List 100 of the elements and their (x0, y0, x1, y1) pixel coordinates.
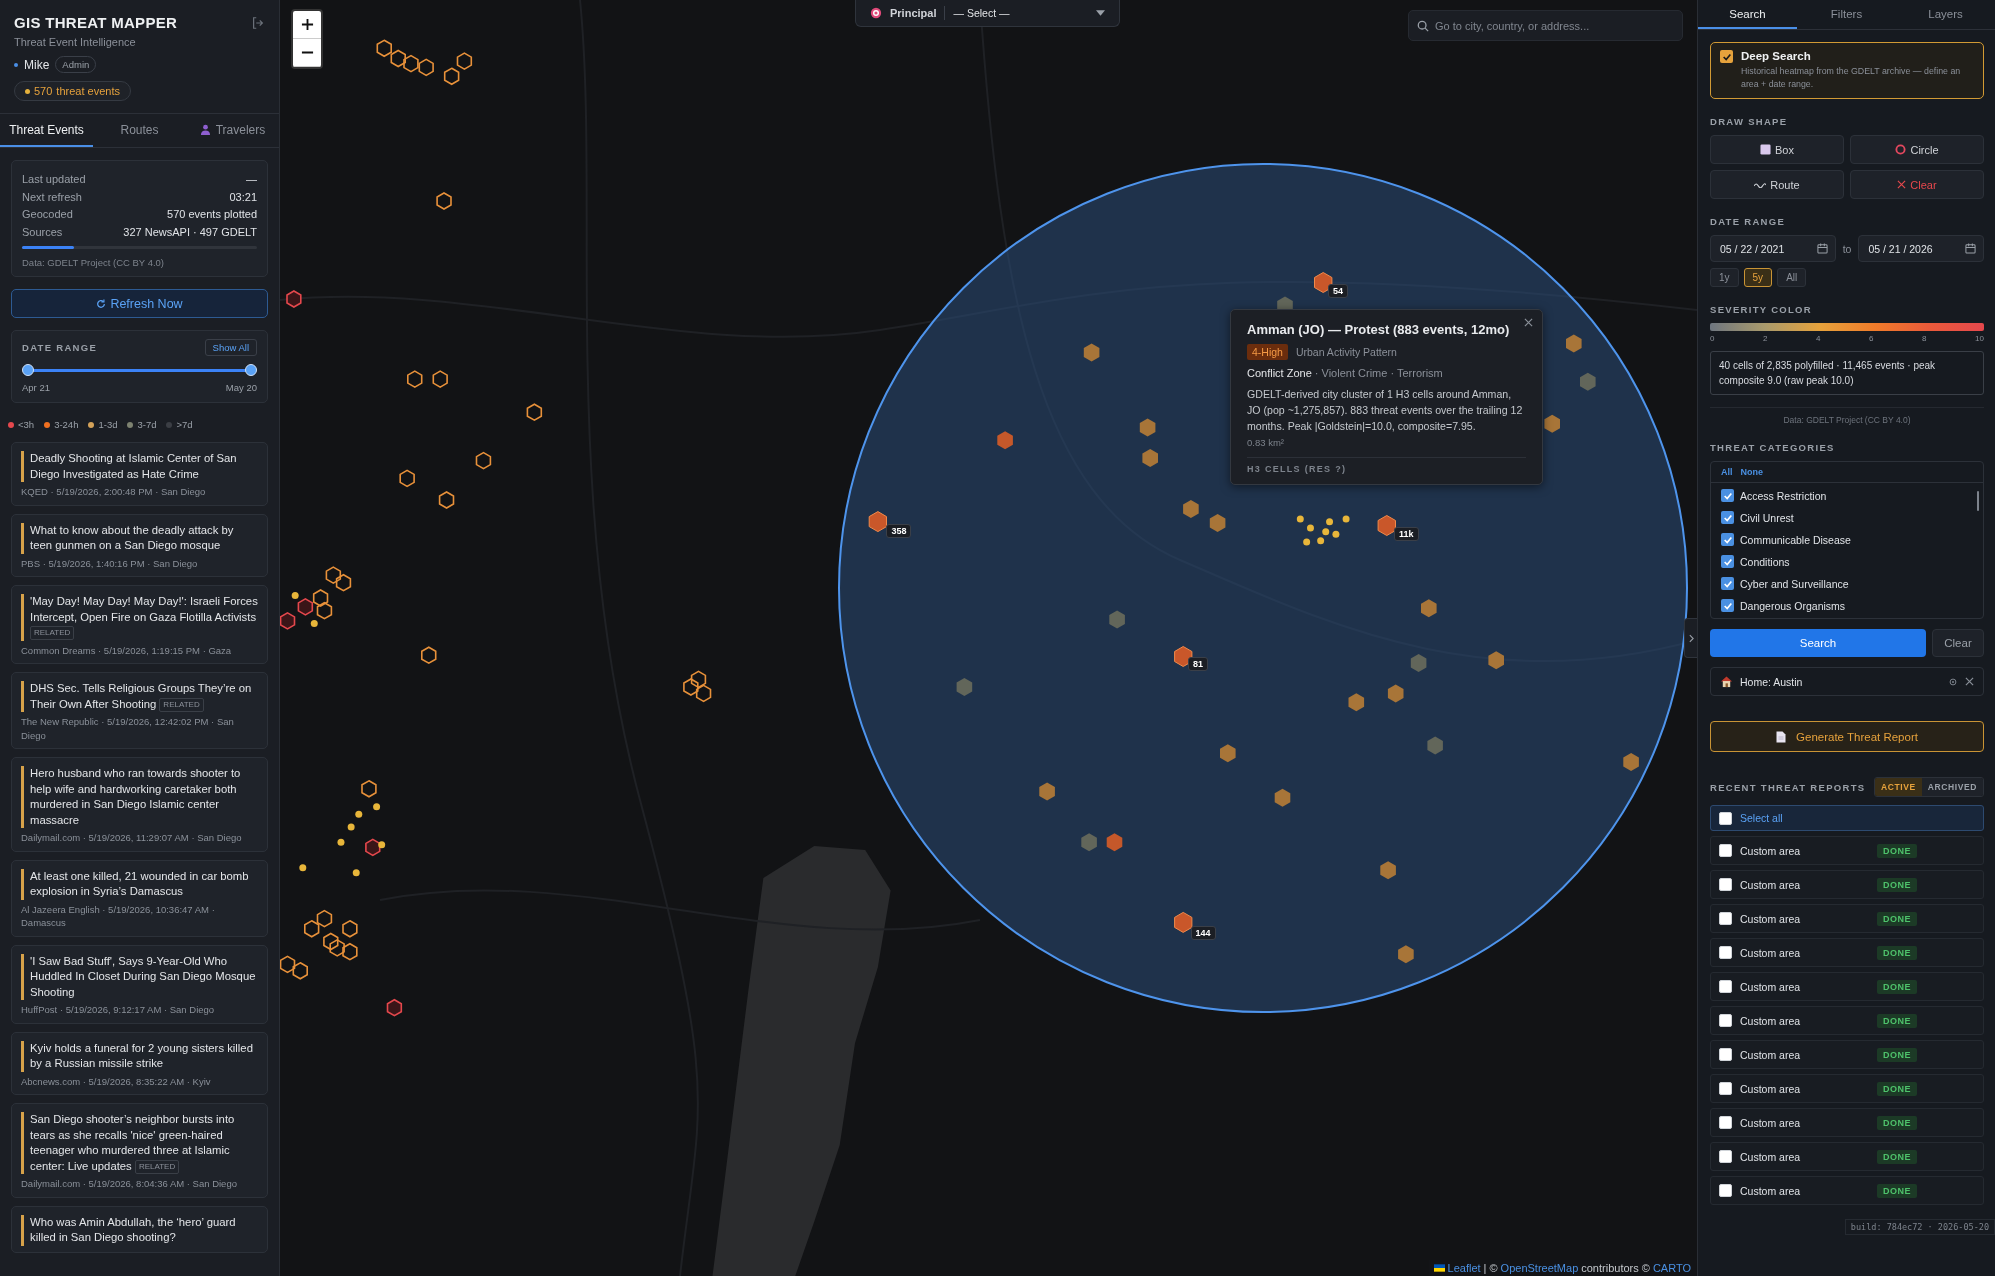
tab[interactable]: Travelers (186, 114, 279, 147)
report-row[interactable]: Custom area DONE (1710, 904, 1984, 933)
report-row[interactable]: Custom area DONE (1710, 938, 1984, 967)
event-dot[interactable] (1332, 530, 1340, 538)
hexagon-outline-marker[interactable] (432, 370, 448, 389)
event-card[interactable]: 'I Saw Bad Stuff', Says 9-Year-Old Who Huddled In Closet During San Diego Mosque Shooting HuffPost · 5/19/2026, 9:12:17 AM · San Diego (11, 944, 268, 1024)
checkbox[interactable] (1719, 1150, 1732, 1163)
hexagon-outline-marker[interactable] (304, 919, 320, 938)
hexagon-outline-marker[interactable] (342, 919, 358, 938)
filter-tab[interactable]: ARCHIVED (1921, 778, 1983, 796)
checkbox[interactable] (1720, 50, 1733, 63)
checkbox[interactable] (1719, 1014, 1732, 1027)
refresh-button[interactable]: Refresh Now (11, 289, 268, 318)
event-dot[interactable] (1322, 528, 1330, 536)
range-preset-button[interactable]: 5y (1743, 268, 1773, 287)
hexagon-outline-marker[interactable] (323, 932, 339, 951)
hexagon-marker[interactable] (1139, 418, 1156, 437)
slider-thumb[interactable] (22, 364, 34, 376)
hexagon-marker[interactable] (1220, 744, 1236, 763)
report-row[interactable]: Custom area DONE (1710, 836, 1984, 865)
checkbox[interactable] (1719, 1184, 1732, 1197)
event-dot[interactable] (373, 803, 381, 811)
range-preset-button[interactable]: All (1777, 268, 1807, 287)
hexagon-marker[interactable] (1398, 945, 1414, 964)
close-icon[interactable] (1524, 318, 1533, 327)
event-card[interactable]: Hero husband who ran towards shooter to help wife and hardworking caretaker both murdered in San Diego Islamic center massacre Dailymail.com · 5/19/2026, 11:29:07 AM · San Diego (11, 757, 268, 852)
hexagon-marker[interactable] (1314, 272, 1333, 293)
hexagon-marker[interactable] (956, 678, 973, 696)
tab[interactable]: Search (1698, 0, 1797, 29)
hexagon-outline-marker[interactable] (421, 646, 437, 665)
hexagon-marker[interactable] (1083, 343, 1100, 362)
event-card[interactable]: Kyiv holds a funeral for 2 young sisters killed by a Russian missile strike Abcnews.com · 5/19/2026, 8:35:22 AM · Kyiv (11, 1031, 268, 1095)
checkbox[interactable] (1719, 1082, 1732, 1095)
hexagon-marker[interactable] (1109, 610, 1125, 629)
end-date-field[interactable]: 05 / 21 / 2026 (1858, 235, 1984, 262)
checkbox[interactable] (1721, 555, 1734, 568)
draw-shape-button[interactable]: Route (1710, 170, 1844, 199)
event-dot[interactable] (355, 810, 363, 818)
logout-icon[interactable] (251, 15, 265, 30)
report-row[interactable]: Custom area DONE (1710, 1074, 1984, 1103)
hexagon-marker[interactable] (997, 431, 1013, 450)
hexagon-outline-marker[interactable] (292, 961, 308, 980)
report-row[interactable]: Custom area DONE (1710, 870, 1984, 899)
hexagon-outline-marker[interactable] (526, 403, 543, 422)
hexagon-outline-marker[interactable] (280, 955, 296, 974)
hexagon-marker[interactable] (1081, 833, 1097, 852)
panel-collapse-handle[interactable] (1684, 618, 1697, 658)
range-preset-button[interactable]: 1y (1710, 268, 1739, 287)
hexagon-outline-marker[interactable] (683, 678, 699, 696)
hexagon-outline-marker[interactable] (312, 589, 329, 607)
hexagon-outline-marker[interactable] (316, 601, 333, 620)
hexagon-outline-marker[interactable] (407, 370, 423, 389)
location-search-field[interactable]: Go to city, country, or address... (1408, 10, 1683, 41)
hexagon-outline-marker[interactable] (365, 838, 381, 857)
hexagon-marker[interactable] (868, 511, 887, 533)
select-none-link[interactable]: None (1740, 467, 1763, 477)
event-dot[interactable] (1317, 537, 1325, 545)
settings-icon[interactable] (1948, 676, 1958, 687)
event-dot[interactable] (1326, 518, 1334, 526)
draw-shape-button[interactable]: Clear (1850, 170, 1984, 199)
filter-tab[interactable]: ACTIVE (1875, 778, 1922, 796)
report-row[interactable]: Custom area DONE (1710, 1108, 1984, 1137)
hexagon-outline-marker[interactable] (297, 597, 314, 616)
event-card[interactable]: Who was Amin Abdullah, the ‘hero’ guard killed in San Diego shooting? (11, 1205, 268, 1253)
checkbox[interactable] (1721, 489, 1734, 502)
hexagon-marker[interactable] (1377, 515, 1396, 536)
checkbox[interactable] (1719, 1116, 1732, 1129)
checkbox[interactable] (1721, 599, 1734, 612)
event-dot[interactable] (1306, 524, 1314, 532)
hexagon-outline-marker[interactable] (695, 684, 712, 703)
draw-shape-button[interactable]: Circle (1850, 135, 1984, 164)
event-dot[interactable] (291, 591, 299, 599)
hexagon-outline-marker[interactable] (390, 49, 406, 68)
report-row[interactable]: Custom area DONE (1710, 972, 1984, 1001)
checkbox[interactable] (1719, 912, 1732, 925)
generate-report-button[interactable]: Generate Threat Report (1710, 721, 1984, 752)
hexagon-marker[interactable] (1488, 651, 1504, 670)
hexagon-outline-marker[interactable] (403, 54, 419, 73)
hexagon-marker[interactable] (1174, 911, 1193, 933)
report-row[interactable]: Custom area DONE (1710, 1176, 1984, 1205)
event-card[interactable]: San Diego shooter’s neighbor bursts into tears as she recalls 'nice' green-haired teenager who murdered three at Islamic center: Live updates RELATED Dailymail.com · 5/19/2026, 8:04:36 AM · San Diego (11, 1103, 268, 1198)
deep-search-card[interactable]: Deep Search Historical heatmap from the GDELT archive — define an area + date range. (1710, 42, 1984, 99)
attribution-link[interactable]: Leaflet (1447, 1262, 1481, 1274)
report-row[interactable]: Custom area DONE (1710, 1142, 1984, 1171)
checkbox[interactable] (1719, 878, 1732, 891)
hexagon-outline-marker[interactable] (342, 942, 358, 961)
checkbox[interactable] (1721, 511, 1734, 524)
hexagon-outline-marker[interactable] (376, 39, 392, 58)
hexagon-marker[interactable] (1427, 736, 1443, 755)
hexagon-outline-marker[interactable] (325, 566, 342, 585)
hexagon-outline-marker[interactable] (399, 469, 415, 488)
hexagon-marker[interactable] (1106, 833, 1123, 852)
zoom-out-button[interactable] (293, 39, 321, 67)
scrollbar[interactable] (1977, 491, 1979, 511)
hexagon-marker[interactable] (1387, 684, 1404, 703)
hexagon-outline-marker[interactable] (443, 67, 460, 86)
event-dot[interactable] (347, 823, 355, 831)
hexagon-marker[interactable] (1580, 372, 1596, 391)
event-card[interactable]: What to know about the deadly attack by teen gunmen on a San Diego mosque PBS · 5/19/2026, 1:40:16 PM · San Diego (11, 513, 268, 577)
tab[interactable]: Routes (93, 114, 186, 147)
